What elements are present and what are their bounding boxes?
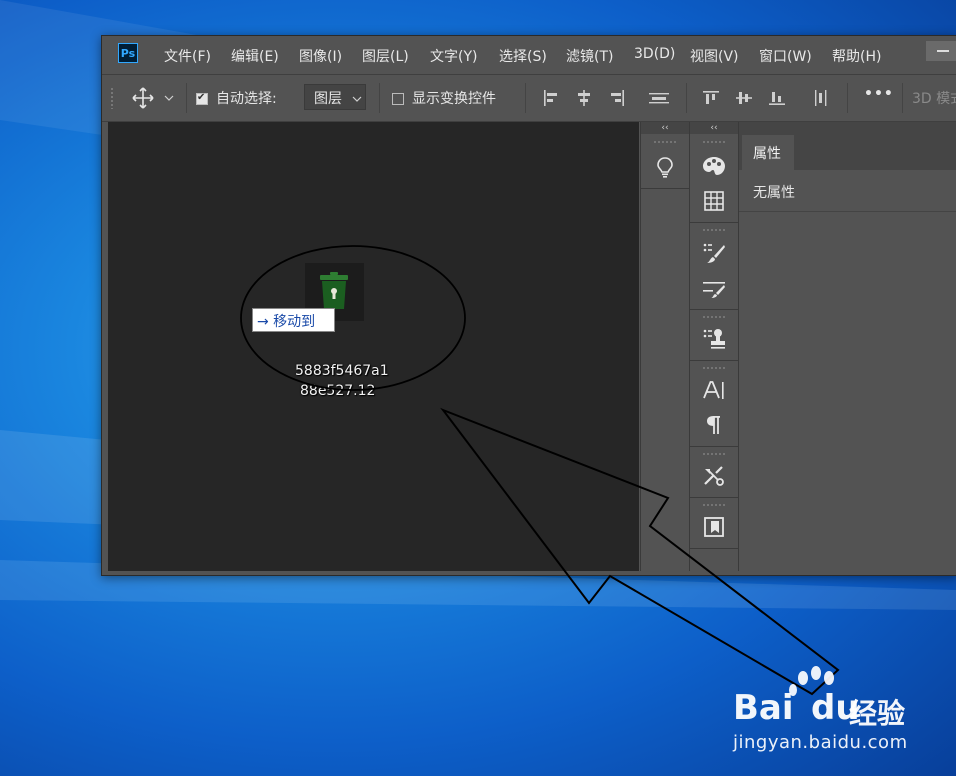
- move-to-label: → 移动到: [257, 314, 316, 330]
- clone-source-button[interactable]: [699, 324, 729, 354]
- options-bar: 自动选择: 图层 显示变换控件: [102, 74, 956, 122]
- separator: [847, 83, 848, 113]
- minimize-button[interactable]: [926, 41, 956, 61]
- menu-filter[interactable]: 滤镜(T): [566, 46, 613, 66]
- auto-select-label: 自动选择:: [216, 91, 277, 107]
- menu-view[interactable]: 视图(V): [690, 46, 739, 66]
- distribute-icon[interactable]: [648, 89, 670, 107]
- file-name-line-2: 88e527.12: [300, 383, 376, 399]
- menu-image[interactable]: 图像(I): [299, 46, 342, 66]
- menu-file[interactable]: 文件(F): [164, 46, 211, 66]
- pilcrow-icon: [707, 416, 720, 434]
- grid-icon: [704, 191, 724, 211]
- separator: [379, 83, 380, 113]
- divider: [690, 548, 738, 549]
- divider: [690, 497, 738, 498]
- brush-presets-icon: [703, 282, 725, 298]
- trash-bin-icon: [320, 272, 348, 309]
- divider: [690, 360, 738, 361]
- document-canvas[interactable]: 5883f5467a1 88e527.12: [108, 122, 639, 571]
- align-top-edges-icon[interactable]: [702, 89, 720, 107]
- collapse-panels-button[interactable]: ‹‹: [641, 122, 689, 134]
- paragraph-panel-button[interactable]: [699, 410, 729, 440]
- tab-properties[interactable]: 属性: [742, 135, 794, 170]
- menu-type[interactable]: 文字(Y): [430, 46, 477, 66]
- layer-dropdown[interactable]: 图层: [304, 84, 366, 110]
- swatches-panel-button[interactable]: [699, 186, 729, 216]
- tools-icon: [704, 466, 724, 486]
- menu-window[interactable]: 窗口(W): [759, 46, 812, 66]
- tab-properties-label: 属性: [753, 146, 781, 162]
- watermark-brand-left: Bai: [733, 688, 794, 728]
- menu-edit[interactable]: 编辑(E): [231, 46, 279, 66]
- brush-settings-icon: [703, 243, 725, 263]
- separator: [186, 83, 187, 113]
- no-properties-text: 无属性: [753, 185, 795, 201]
- show-transform-controls-checkbox[interactable]: [392, 93, 404, 105]
- align-vertical-centers-icon[interactable]: [735, 89, 753, 107]
- tools-panel-button[interactable]: [699, 461, 729, 491]
- lightbulb-icon: [657, 157, 673, 178]
- watermark-url: jingyan.baidu.com: [733, 732, 908, 753]
- divider: [690, 309, 738, 310]
- menu-3d[interactable]: 3D(D): [634, 46, 675, 62]
- panel-group-grip[interactable]: [653, 140, 677, 144]
- divider: [690, 222, 738, 223]
- panel-group-grip[interactable]: [702, 366, 726, 370]
- panel-group-grip[interactable]: [702, 452, 726, 456]
- character-icon: [703, 381, 724, 399]
- watermark-brand-cn: 经验: [849, 697, 906, 730]
- separator: [525, 83, 526, 113]
- properties-panel: 属性 无属性: [739, 122, 956, 571]
- auto-select-checkbox[interactable]: [196, 92, 208, 105]
- separator: [686, 83, 687, 113]
- properties-tab-bar: 属性: [739, 134, 956, 170]
- chevron-down-icon: [352, 96, 362, 102]
- options-bar-grip[interactable]: [110, 87, 114, 109]
- panel-group-grip[interactable]: [702, 315, 726, 319]
- align-right-edges-icon[interactable]: [608, 89, 626, 107]
- separator: [902, 83, 903, 113]
- move-tool-icon[interactable]: [132, 87, 154, 109]
- learn-panel-button[interactable]: [650, 152, 680, 182]
- baidu-jingyan-watermark: Bai du 经验 jingyan.baidu.com: [733, 666, 933, 756]
- brush-settings-button[interactable]: [699, 238, 729, 268]
- 3d-mode-label: 3D 模式: [912, 91, 956, 107]
- collapsed-panel-column-1: ‹‹: [640, 122, 690, 571]
- align-bottom-edges-icon[interactable]: [768, 89, 786, 107]
- panel-group-grip[interactable]: [702, 228, 726, 232]
- libraries-panel-button[interactable]: [699, 512, 729, 542]
- more-options-button[interactable]: •••: [864, 86, 894, 102]
- panel-header-strip: [739, 122, 956, 134]
- layer-dropdown-value: 图层: [314, 91, 342, 107]
- photoshop-window: Ps 文件(F) 编辑(E) 图像(I) 图层(L) 文字(Y) 选择(S) 滤…: [101, 35, 956, 576]
- divider: [739, 211, 956, 212]
- divider: [690, 446, 738, 447]
- color-panel-button[interactable]: [699, 151, 729, 181]
- distribute-horizontal-icon[interactable]: [812, 89, 830, 107]
- character-panel-button[interactable]: [699, 375, 729, 405]
- move-to-tooltip: → 移动到: [252, 308, 335, 332]
- collapsed-panel-column-2: ‹‹: [690, 122, 739, 571]
- brush-presets-button[interactable]: [699, 273, 729, 303]
- show-transform-controls-label: 显示变换控件: [412, 91, 496, 107]
- collapse-panels-button[interactable]: ‹‹: [690, 122, 738, 134]
- menu-select[interactable]: 选择(S): [499, 46, 547, 66]
- library-icon: [704, 517, 724, 537]
- panel-group-grip[interactable]: [702, 140, 726, 144]
- menu-bar: Ps 文件(F) 编辑(E) 图像(I) 图层(L) 文字(Y) 选择(S) 滤…: [102, 36, 956, 74]
- stamp-icon: [703, 329, 725, 349]
- panel-group-grip[interactable]: [702, 503, 726, 507]
- photoshop-logo[interactable]: Ps: [118, 43, 138, 63]
- menu-layer[interactable]: 图层(L): [362, 46, 409, 66]
- divider: [641, 188, 689, 189]
- tool-preset-chevron-down-icon[interactable]: [164, 94, 174, 102]
- align-left-edges-icon[interactable]: [542, 89, 560, 107]
- menu-help[interactable]: 帮助(H): [832, 46, 881, 66]
- align-horizontal-centers-icon[interactable]: [575, 89, 593, 107]
- palette-icon: [703, 157, 725, 175]
- file-name-line-1: 5883f5467a1: [295, 363, 389, 379]
